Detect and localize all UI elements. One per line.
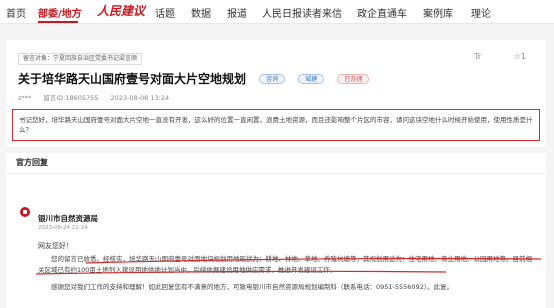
nav-data[interactable]: 数据: [191, 5, 211, 20]
divider: [6, 173, 546, 174]
reply-text: 您的留言已收悉。经核实，培华路天山国府壹号对面地块规划用地现状为：耕地、林地、草…: [38, 255, 532, 274]
message-id: 留言ID:18605755: [43, 94, 99, 102]
tag-consult[interactable]: 咨询: [259, 73, 286, 84]
nav-gov-enterprise[interactable]: 政企直通车: [357, 5, 407, 20]
title-row: 关于培华路天山国府壹号对面大片空地规划 咨询 城建 已办理: [18, 68, 370, 86]
recipient-label: 留言对象：宁夏回族自治区党委书记梁言顺: [18, 53, 143, 65]
nav-case-library[interactable]: 案例库: [423, 5, 453, 20]
author: z***: [18, 94, 32, 102]
message-title: 关于培华路天山国府壹号对面大片空地规划: [18, 72, 247, 86]
nav-reports[interactable]: 报道: [227, 5, 247, 20]
top-navigation: 首页 部委/地方 人民建议 话题 数据 报道 人民日报读者来信 政企直通车 案例…: [0, 0, 554, 24]
reply-org-name: 银川市自然资源局: [38, 214, 98, 223]
reply-heading: 官方回复: [16, 158, 48, 167]
message-body: 书记您好，培华路天山国府壹号对面大片空地一直没有开发，这么好的位置一直闲置，浪费…: [12, 109, 540, 141]
message-meta: z*** 留言ID:18605755 2023-08-08 13:24: [18, 92, 179, 102]
font-size-icon[interactable]: Tr: [474, 52, 481, 61]
status-badge: 已办理: [337, 73, 370, 84]
nav-active-indicator: [38, 21, 78, 23]
nav-home[interactable]: 首页: [6, 5, 26, 20]
like-button[interactable]: ☆1: [514, 52, 526, 61]
message-card: 留言对象：宁夏回族自治区党委书记梁言顺 Tr ☆1 关于培华路天山国府壹号对面大…: [6, 40, 546, 147]
nav-readers-letters[interactable]: 人民日报读者来信: [262, 5, 342, 20]
nav-ministries-local[interactable]: 部委/地方: [38, 5, 82, 20]
card-actions: Tr ☆1: [444, 52, 526, 61]
org-avatar-icon: [20, 207, 30, 217]
nav-theory[interactable]: 理论: [471, 5, 491, 20]
nav-topics[interactable]: 话题: [155, 5, 175, 20]
official-reply-card: 官方回复 银川市自然资源局 2023-08-24 22:24 网友您好！ 您的留…: [6, 147, 546, 308]
tag-urban-construction[interactable]: 城建: [298, 73, 325, 84]
reply-greeting: 网友您好！: [38, 242, 73, 250]
reply-closing: 感谢您对我们工作的支持和理解！如此回复您有不满意的地方，可致电银川市自然资源局规…: [51, 283, 454, 291]
reply-date: 2023-08-24 22:24: [38, 225, 88, 231]
nav-logo-suggestions[interactable]: 人民建议: [97, 2, 145, 19]
message-date: 2023-08-08 13:24: [110, 94, 170, 102]
